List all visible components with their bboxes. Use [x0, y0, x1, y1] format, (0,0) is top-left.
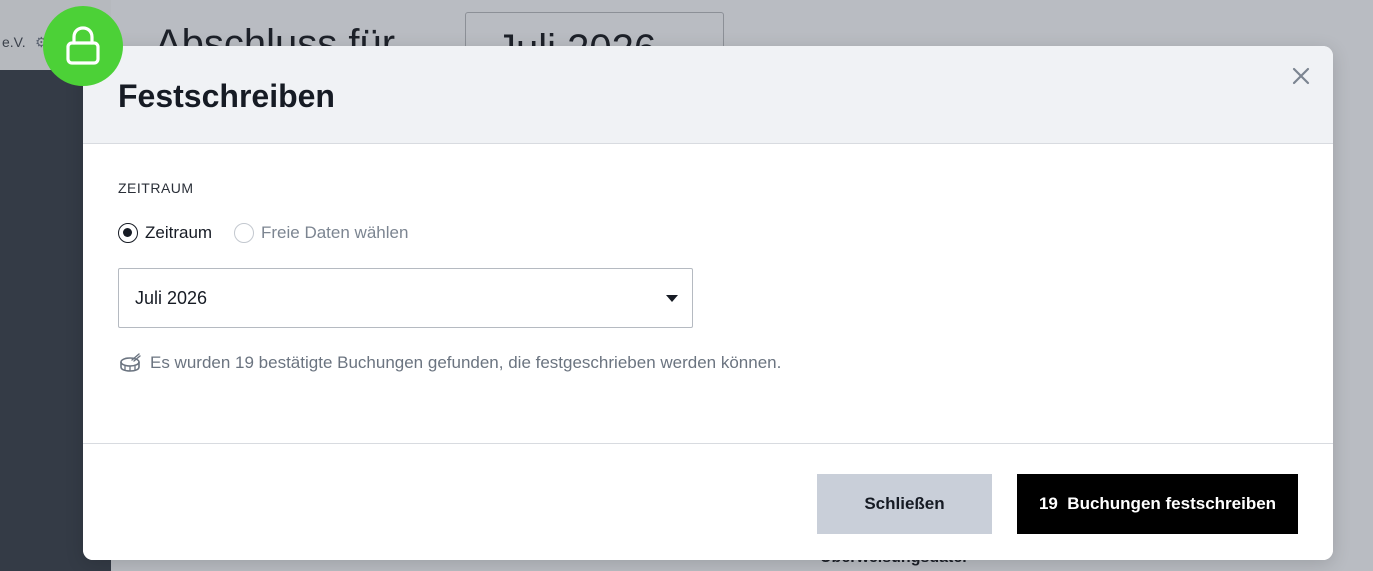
lock-bookings-dialog: Festschreiben ZEITRAUM Zeitraum Freie Da… — [83, 46, 1333, 560]
caret-down-icon — [666, 295, 678, 302]
bookings-found-text: Es wurden 19 bestätigte Buchungen gefund… — [150, 353, 782, 372]
lock-bookings-button[interactable]: 19 Buchungen festschreiben — [1017, 474, 1298, 534]
period-section-label: ZEITRAUM — [118, 180, 194, 196]
dialog-footer: Schließen 19 Buchungen festschreiben — [83, 443, 1333, 560]
radio-button-checked[interactable] — [118, 223, 138, 243]
radio-free-dates-label: Freie Daten wählen — [261, 223, 409, 242]
dialog-header: Festschreiben — [83, 46, 1333, 144]
period-select[interactable]: Juli 2026 — [118, 268, 693, 328]
radio-free-dates[interactable]: Freie Daten wählen — [234, 222, 408, 244]
drum-icon — [120, 353, 141, 372]
organization-name: e.V. — [2, 34, 26, 50]
radio-period-label: Zeitraum — [145, 223, 213, 242]
bookings-found-info: Es wurden 19 bestätigte Buchungen gefund… — [118, 352, 781, 374]
radio-period[interactable]: Zeitraum — [118, 222, 212, 244]
radio-button-unchecked[interactable] — [234, 223, 254, 243]
close-button[interactable]: Schließen — [817, 474, 992, 534]
period-select-value: Juli 2026 — [135, 288, 208, 308]
close-icon[interactable] — [1289, 64, 1313, 88]
dialog-title: Festschreiben — [118, 78, 335, 114]
lock-icon — [66, 26, 100, 65]
lock-badge — [43, 6, 123, 86]
